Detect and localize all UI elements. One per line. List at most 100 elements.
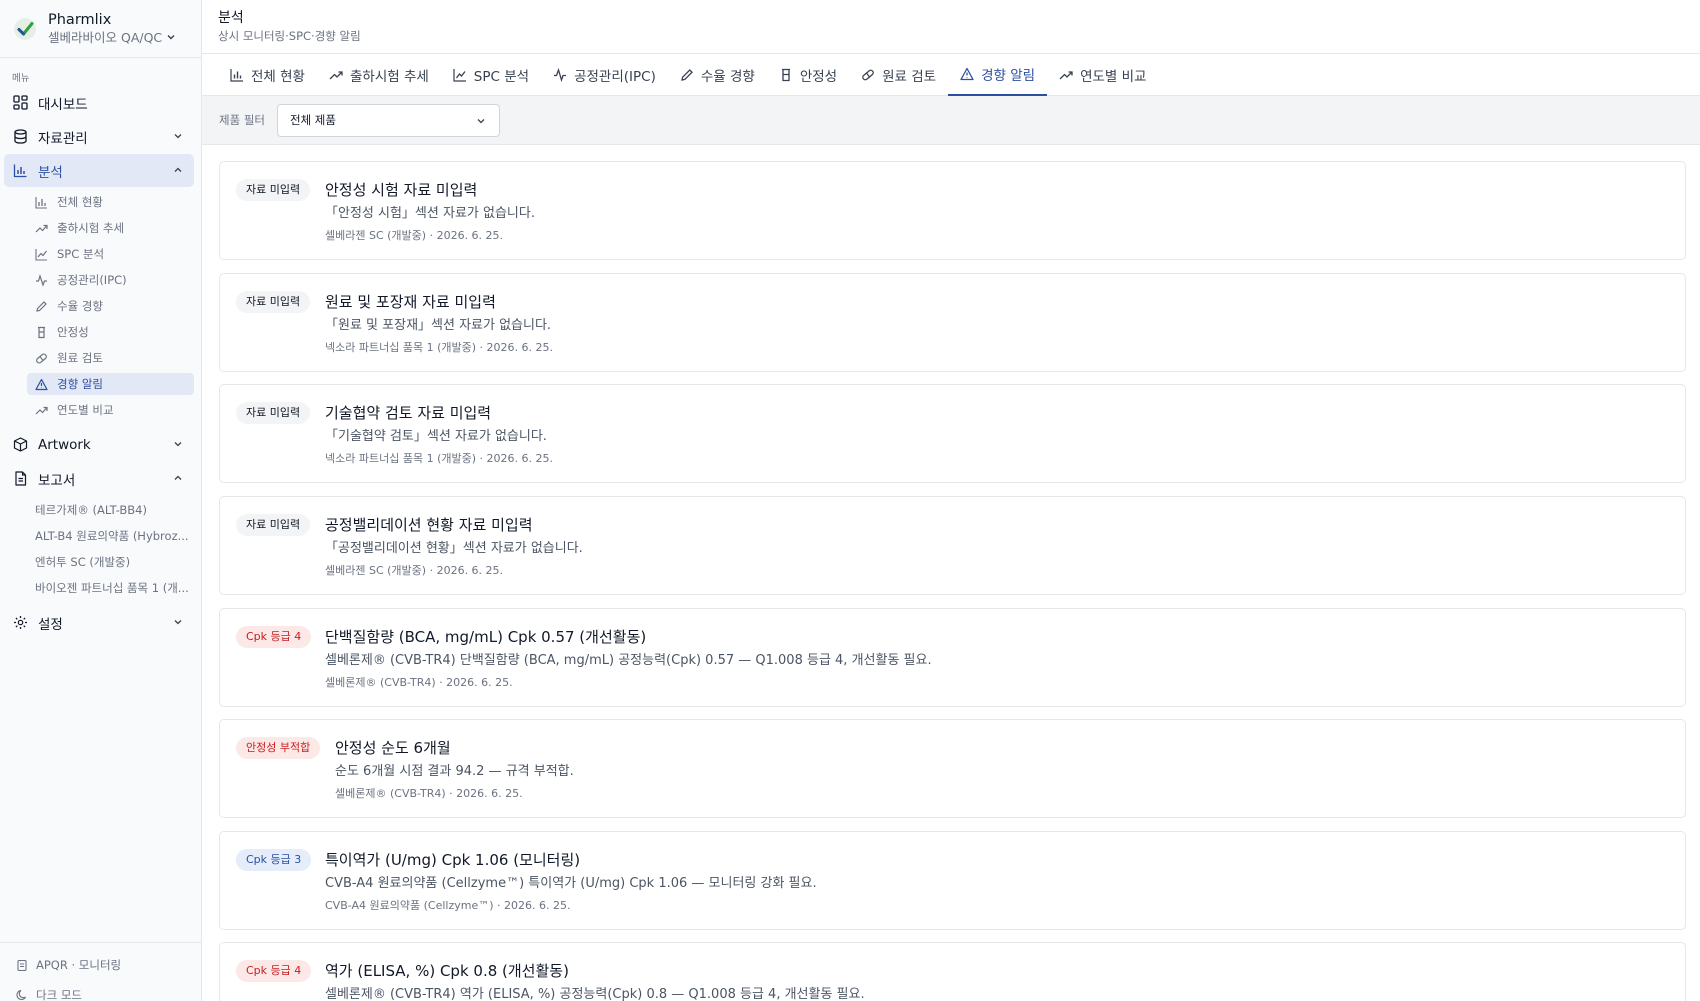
org-name: 셀베라바이오 QA/QC [48, 29, 163, 45]
chevron-down-icon [172, 130, 184, 146]
org-selector[interactable]: 셀베라바이오 QA/QC [48, 29, 176, 47]
alert-description: 순도 6개월 시점 결과 94.2 — 규격 부적합. [335, 764, 574, 779]
sidebar-item-settings[interactable]: 설정 [4, 606, 194, 639]
sidebar-subitem-material[interactable]: 원료 검토 [27, 347, 194, 369]
alert-card[interactable]: 자료 미입력 기술협약 검토 자료 미입력 「기술협약 검토」섹션 자료가 없습… [219, 384, 1686, 483]
sidebar-subitem-label: 연도별 비교 [57, 403, 114, 417]
chevron-up-icon [172, 472, 184, 488]
sidebar-item-label: 분석 [38, 164, 63, 181]
package-icon [12, 437, 28, 453]
alert-title: 특이역가 (U/mg) Cpk 1.06 (모니터링) [325, 851, 581, 869]
analysis-tabs: 전체 현황 출하시험 추세 SPC 분석 공정관리(IPC) 수율 경향 안정성… [202, 54, 1700, 96]
warning-icon [34, 377, 48, 391]
alert-meta: 넥소라 파트너십 품목 1 (개발중) · 2026. 6. 25. [325, 341, 553, 354]
status-badge: 자료 미입력 [236, 402, 311, 424]
alert-card[interactable]: 자료 미입력 공정밸리데이션 현황 자료 미입력 「공정밸리데이션 현황」섹션 … [219, 496, 1686, 595]
tab-label: 경향 알림 [981, 68, 1036, 84]
tab-label: 공정관리(IPC) [574, 69, 656, 85]
sidebar-subitem-trend-alerts[interactable]: 경향 알림 [27, 373, 194, 395]
alert-title: 안정성 시험 자료 미입력 [325, 181, 478, 199]
alert-description: 셀베론제® (CVB-TR4) 역가 (ELISA, %) 공정능력(Cpk) … [325, 987, 865, 1001]
alert-card[interactable]: Cpk 등급 4 역가 (ELISA, %) Cpk 0.8 (개선활동) 셀베… [219, 942, 1686, 1001]
alert-card[interactable]: Cpk 등급 3 특이역가 (U/mg) Cpk 1.06 (모니터링) CVB… [219, 831, 1686, 930]
sidebar-subitem-ipc[interactable]: 공정관리(IPC) [27, 269, 194, 291]
alert-title: 기술협약 검토 자료 미입력 [325, 404, 492, 422]
tab-trend-alerts[interactable]: 경향 알림 [948, 54, 1048, 96]
alert-card[interactable]: 자료 미입력 안정성 시험 자료 미입력 「안정성 시험」섹션 자료가 없습니다… [219, 161, 1686, 260]
tab-yearly[interactable]: 연도별 비교 [1047, 54, 1158, 96]
alert-description: 「안정성 시험」섹션 자료가 없습니다. [325, 206, 535, 221]
tab-label: 수율 경향 [700, 69, 755, 85]
alert-card[interactable]: 안정성 부적합 안정성 순도 6개월 순도 6개월 시점 결과 94.2 — 규… [219, 719, 1686, 818]
tab-label: 연도별 비교 [1080, 69, 1147, 85]
tab-release-trend[interactable]: 출하시험 추세 [317, 54, 441, 96]
sidebar-subitem-label: 경향 알림 [57, 377, 103, 391]
gear-icon [12, 615, 28, 631]
tab-label: 전체 현황 [251, 69, 305, 85]
sidebar-subitem-stability[interactable]: 안정성 [27, 321, 194, 343]
report-item[interactable]: 테르가제® (ALT-BB4) [35, 499, 190, 521]
product-filter-select[interactable]: 전체 제품 [276, 103, 500, 137]
sidebar-footer: APQR · 모니터링 다크 모드 [0, 942, 201, 1001]
report-item[interactable]: ALT-B4 원료의약품 (Hybroz... [35, 525, 190, 547]
alert-description: 「기술협약 검토」섹션 자료가 없습니다. [325, 429, 547, 444]
database-icon [12, 129, 28, 145]
sidebar-item-reports[interactable]: 보고서 [4, 462, 194, 495]
status-badge: Cpk 등급 4 [236, 960, 312, 982]
brand-header[interactable]: Pharmlix 셀베라바이오 QA/QC [0, 0, 201, 58]
sidebar-subitem-spc[interactable]: SPC 분석 [27, 243, 194, 265]
chevron-down-icon [172, 438, 184, 454]
trend-up-icon [34, 403, 48, 417]
sidebar-item-dashboard[interactable]: 대시보드 [4, 86, 194, 119]
moon-icon [16, 989, 28, 1001]
apqr-monitoring-link[interactable]: APQR · 모니터링 [16, 957, 121, 973]
alert-title: 공정밸리데이션 현황 자료 미입력 [325, 516, 533, 534]
status-badge: Cpk 등급 4 [236, 626, 312, 648]
product-filter-value: 전체 제품 [289, 113, 336, 127]
status-badge: 안정성 부적합 [236, 737, 321, 759]
chevron-up-icon [172, 164, 184, 180]
alert-title: 원료 및 포장재 자료 미입력 [325, 293, 496, 311]
warning-icon [960, 67, 974, 81]
page-title: 분석 [218, 10, 244, 26]
tab-material[interactable]: 원료 검토 [849, 54, 948, 96]
alert-title: 단백질함량 (BCA, mg/mL) Cpk 0.57 (개선활동) [325, 628, 647, 646]
trend-up-icon [1059, 68, 1073, 82]
alert-card[interactable]: Cpk 등급 4 단백질함량 (BCA, mg/mL) Cpk 0.57 (개선… [219, 608, 1686, 707]
dark-mode-label: 다크 모드 [36, 988, 82, 1001]
tab-spc[interactable]: SPC 분석 [441, 54, 541, 96]
tab-overview[interactable]: 전체 현황 [218, 54, 317, 96]
sidebar-item-data-management[interactable]: 자료관리 [4, 120, 194, 153]
sidebar-item-analysis[interactable]: 분석 [4, 154, 194, 187]
page-subtitle: 상시 모니터링·SPC·경향 알림 [218, 29, 361, 43]
tab-ipc[interactable]: 공정관리(IPC) [541, 54, 668, 96]
alert-meta: 셀베라젠 SC (개발중) · 2026. 6. 25. [325, 564, 504, 577]
alert-meta: 셀베라젠 SC (개발중) · 2026. 6. 25. [325, 229, 504, 242]
sidebar-subitem-yield[interactable]: 수율 경향 [27, 295, 194, 317]
apqr-label: APQR · 모니터링 [36, 958, 122, 972]
bar-chart-icon [230, 68, 244, 82]
sidebar-item-label: 설정 [38, 616, 63, 633]
bar-chart-icon [12, 163, 28, 179]
report-item[interactable]: 바이오젠 파트너십 품목 1 (개... [35, 577, 190, 599]
sidebar-item-label: 보고서 [38, 472, 76, 489]
status-badge: 자료 미입력 [236, 514, 311, 536]
sidebar-item-artwork[interactable]: Artwork [4, 428, 194, 461]
tab-yield[interactable]: 수율 경향 [668, 54, 767, 96]
sidebar-subitem-overview[interactable]: 전체 현황 [27, 191, 194, 213]
tab-label: 출하시험 추세 [349, 69, 429, 85]
alert-description: 「공정밸리데이션 현황」섹션 자료가 없습니다. [325, 541, 583, 556]
sidebar-subitem-yearly[interactable]: 연도별 비교 [27, 399, 194, 421]
alert-description: 셀베론제® (CVB-TR4) 단백질함량 (BCA, mg/mL) 공정능력(… [325, 653, 932, 668]
tab-stability[interactable]: 안정성 [767, 54, 849, 96]
dark-mode-toggle[interactable]: 다크 모드 [16, 987, 82, 1001]
status-badge: 자료 미입력 [236, 179, 311, 201]
sidebar-subitem-release-trend[interactable]: 출하시험 추세 [27, 217, 194, 239]
report-item[interactable]: 엔허투 SC (개발중) [35, 551, 190, 573]
trend-up-icon [329, 68, 343, 82]
line-chart-icon [453, 68, 467, 82]
dashboard-grid-icon [12, 95, 28, 111]
brand-name: Pharmlix [48, 11, 112, 28]
alert-card[interactable]: 자료 미입력 원료 및 포장재 자료 미입력 「원료 및 포장재」섹션 자료가 … [219, 273, 1686, 372]
filter-bar: 제품 필터 전체 제품 [202, 96, 1700, 145]
